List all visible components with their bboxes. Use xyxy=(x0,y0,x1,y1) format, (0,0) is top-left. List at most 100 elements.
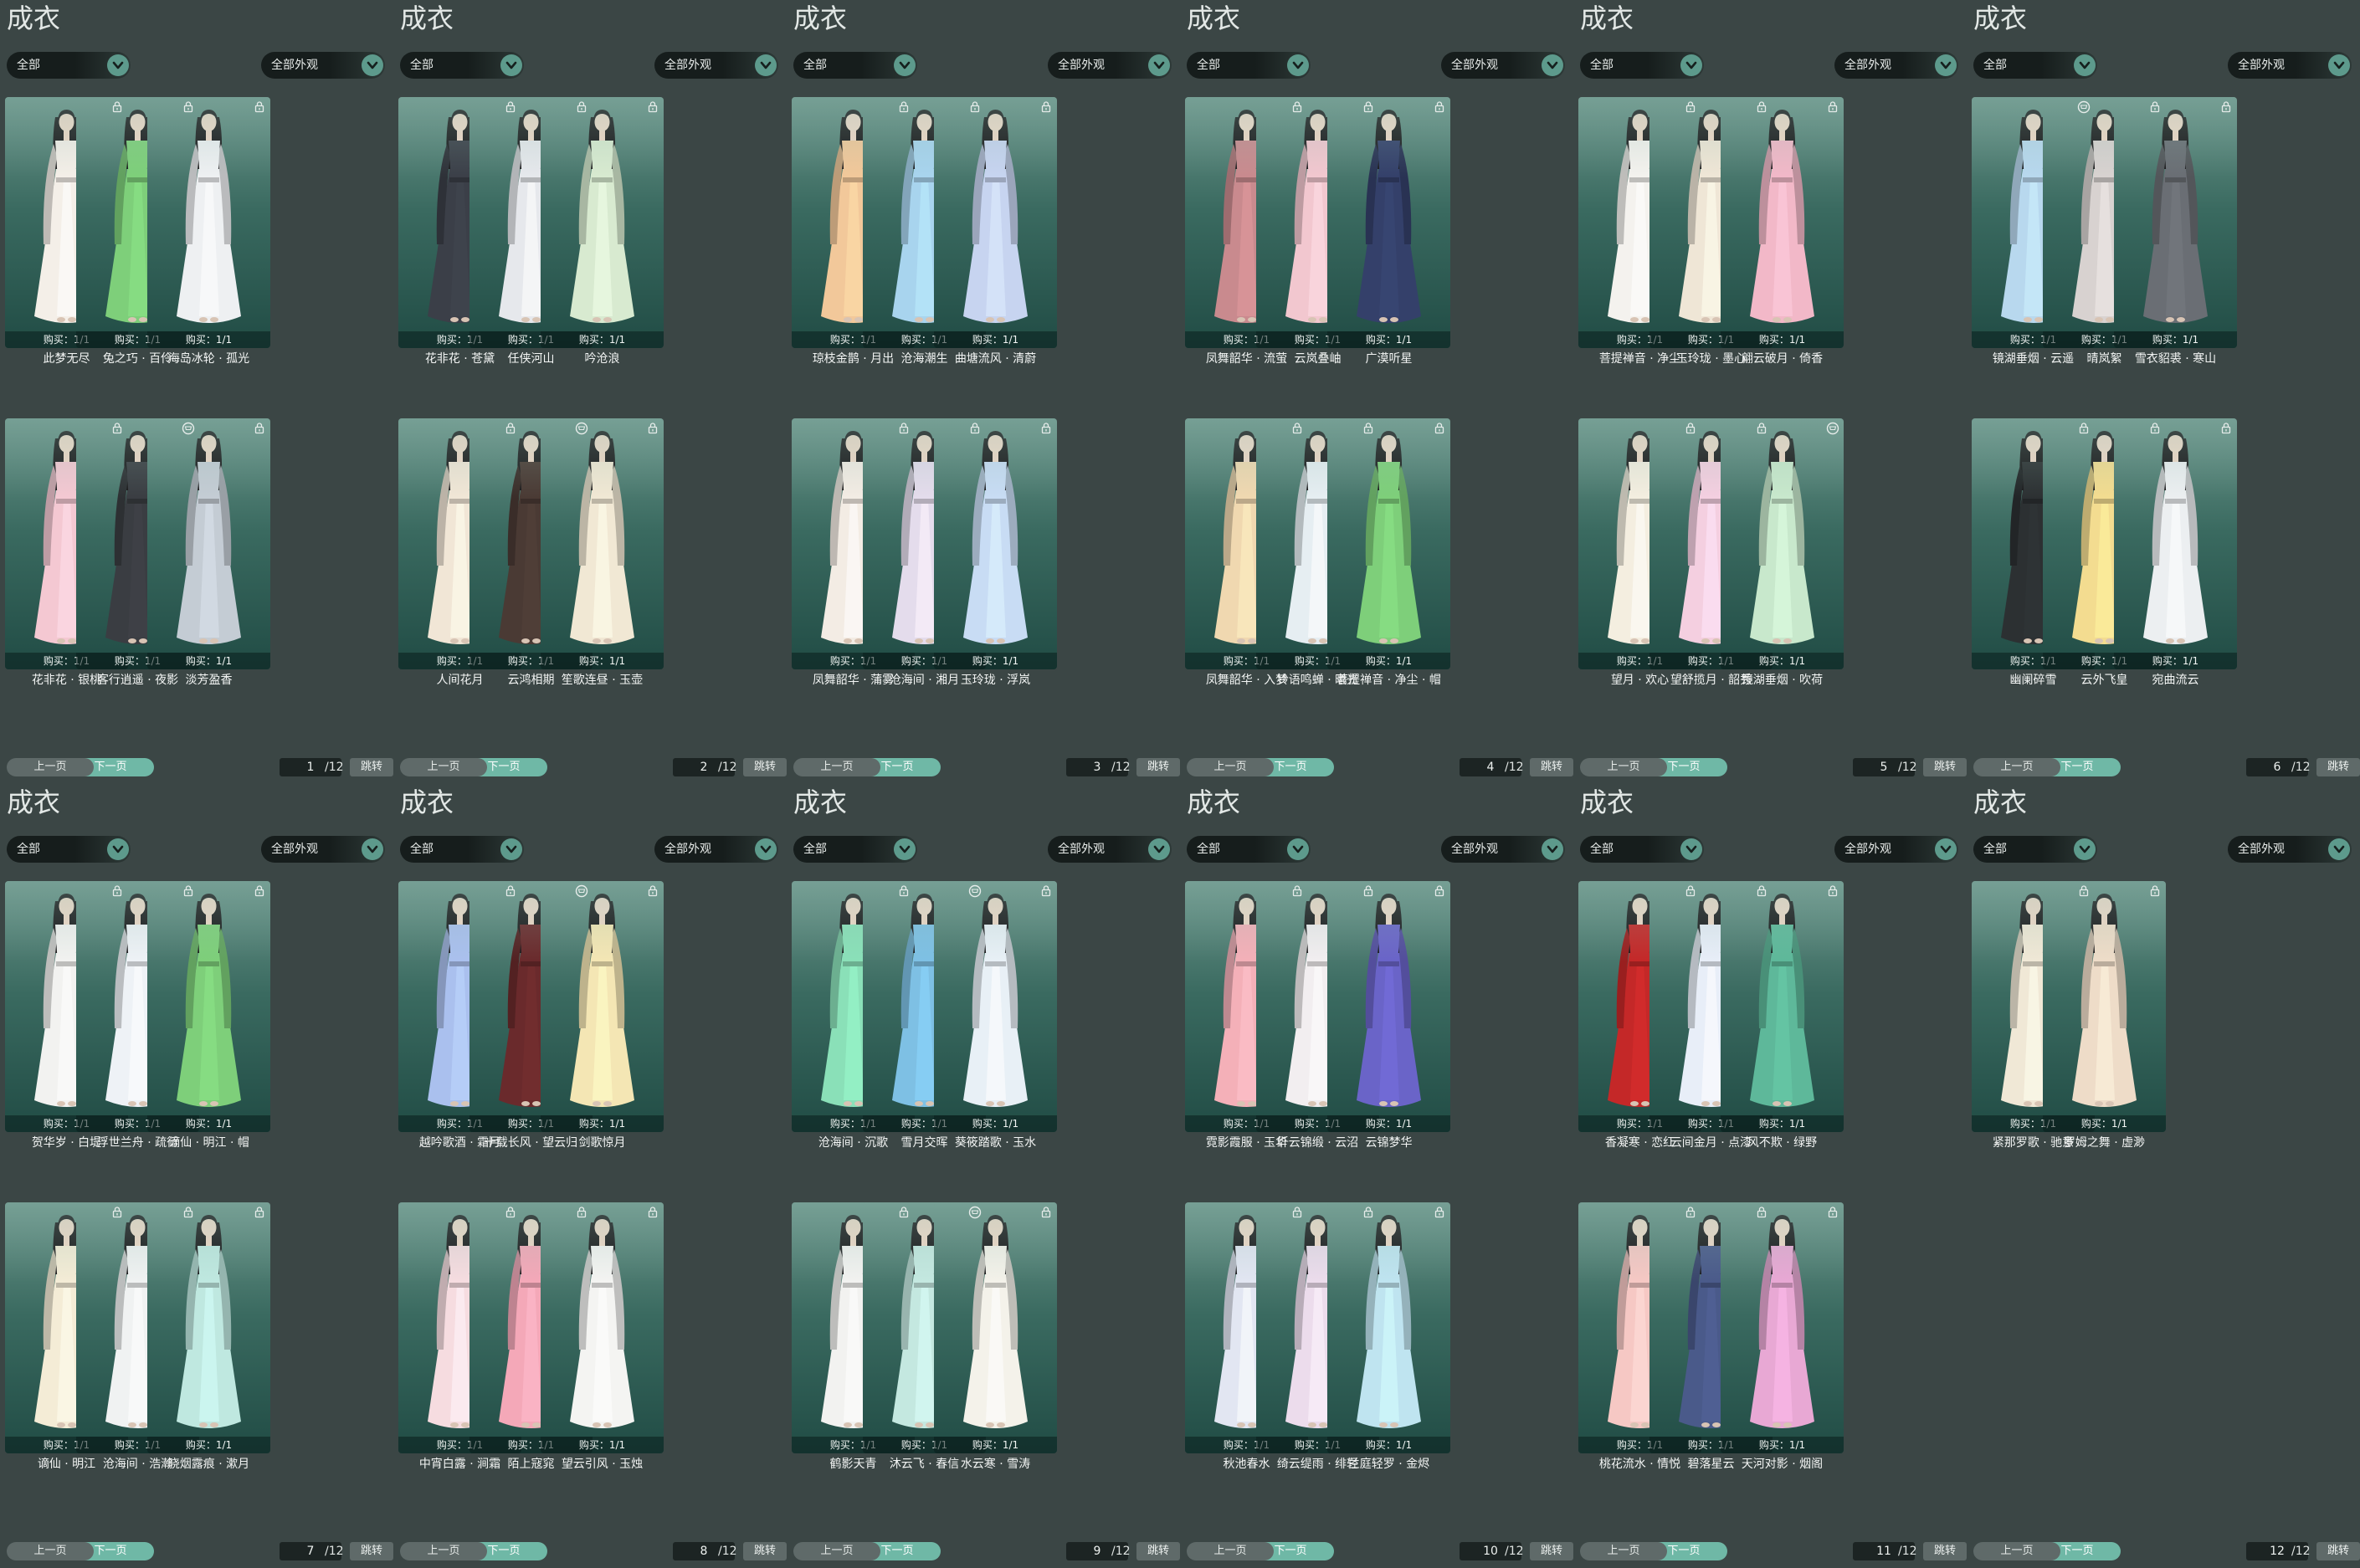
lock-icon[interactable] xyxy=(253,422,266,435)
outfit-card[interactable]: 购买：1/1 xyxy=(1721,97,1844,348)
outfit-card[interactable]: 购买：1/1 xyxy=(1721,1202,1844,1453)
prev-page-button[interactable]: 上一页 xyxy=(400,758,487,776)
appearance-dropdown[interactable]: 全部外观 xyxy=(1441,836,1565,863)
lock-icon[interactable] xyxy=(1755,884,1768,898)
outfit-card[interactable]: 购买：1/1 xyxy=(1327,881,1450,1132)
prev-page-button[interactable]: 上一页 xyxy=(7,1542,94,1560)
chevron-down-icon[interactable] xyxy=(500,838,522,860)
prev-page-button[interactable]: 上一页 xyxy=(1187,758,1274,776)
outfit-card[interactable]: 购买：1/1 xyxy=(541,97,664,348)
cart-icon[interactable] xyxy=(968,884,982,898)
outfit-card[interactable]: 购买：1/1 xyxy=(934,881,1057,1132)
lock-icon[interactable] xyxy=(1290,1206,1304,1219)
lock-icon[interactable] xyxy=(253,1206,266,1219)
jump-button[interactable]: 跳转 xyxy=(1923,1542,1967,1560)
chevron-down-icon[interactable] xyxy=(1935,54,1957,76)
appearance-dropdown[interactable]: 全部外观 xyxy=(1048,836,1172,863)
appearance-dropdown[interactable]: 全部外观 xyxy=(2228,836,2352,863)
appearance-dropdown[interactable]: 全部外观 xyxy=(1834,52,1958,79)
chevron-down-icon[interactable] xyxy=(894,54,916,76)
category-dropdown[interactable]: 全部 xyxy=(1580,836,1704,863)
chevron-down-icon[interactable] xyxy=(1148,838,1170,860)
outfit-card[interactable]: 购买：1/1 xyxy=(147,418,270,669)
lock-icon[interactable] xyxy=(1362,1206,1375,1219)
chevron-down-icon[interactable] xyxy=(755,54,777,76)
chevron-down-icon[interactable] xyxy=(1287,54,1309,76)
category-dropdown[interactable]: 全部 xyxy=(400,836,524,863)
lock-icon[interactable] xyxy=(1362,100,1375,114)
outfit-card[interactable]: 购买：1/1 xyxy=(1327,1202,1450,1453)
chevron-down-icon[interactable] xyxy=(1287,838,1309,860)
appearance-dropdown[interactable]: 全部外观 xyxy=(261,52,385,79)
jump-button[interactable]: 跳转 xyxy=(1530,758,1573,776)
lock-icon[interactable] xyxy=(1362,884,1375,898)
outfit-card[interactable]: 购买：1/1 xyxy=(2114,97,2237,348)
lock-icon[interactable] xyxy=(110,884,124,898)
lock-icon[interactable] xyxy=(253,100,266,114)
lock-icon[interactable] xyxy=(1755,1206,1768,1219)
prev-page-button[interactable]: 上一页 xyxy=(1580,1542,1667,1560)
prev-page-button[interactable]: 上一页 xyxy=(400,1542,487,1560)
cart-icon[interactable] xyxy=(182,422,195,435)
chevron-down-icon[interactable] xyxy=(1542,54,1563,76)
chevron-down-icon[interactable] xyxy=(362,838,383,860)
outfit-card[interactable]: 购买：1/1 xyxy=(541,418,664,669)
jump-button[interactable]: 跳转 xyxy=(350,1542,393,1560)
jump-button[interactable]: 跳转 xyxy=(350,758,393,776)
cart-icon[interactable] xyxy=(575,422,588,435)
appearance-dropdown[interactable]: 全部外观 xyxy=(1441,52,1565,79)
cart-icon[interactable] xyxy=(575,884,588,898)
chevron-down-icon[interactable] xyxy=(1542,838,1563,860)
chevron-down-icon[interactable] xyxy=(1680,54,1702,76)
jump-button[interactable]: 跳转 xyxy=(1136,1542,1180,1560)
chevron-down-icon[interactable] xyxy=(2328,54,2350,76)
category-dropdown[interactable]: 全部 xyxy=(1187,52,1311,79)
outfit-card[interactable]: 购买：1/1 xyxy=(541,1202,664,1453)
lock-icon[interactable] xyxy=(110,1206,124,1219)
lock-icon[interactable] xyxy=(575,1206,588,1219)
appearance-dropdown[interactable]: 全部外观 xyxy=(261,836,385,863)
chevron-down-icon[interactable] xyxy=(2328,838,2350,860)
lock-icon[interactable] xyxy=(1684,422,1697,435)
lock-icon[interactable] xyxy=(897,422,911,435)
lock-icon[interactable] xyxy=(1755,422,1768,435)
prev-page-button[interactable]: 上一页 xyxy=(1973,1542,2060,1560)
lock-icon[interactable] xyxy=(1684,1206,1697,1219)
lock-icon[interactable] xyxy=(1290,884,1304,898)
jump-button[interactable]: 跳转 xyxy=(1923,758,1967,776)
lock-icon[interactable] xyxy=(1039,100,1053,114)
outfit-card[interactable]: 购买：1/1 xyxy=(1327,418,1450,669)
chevron-down-icon[interactable] xyxy=(362,54,383,76)
lock-icon[interactable] xyxy=(1433,1206,1446,1219)
lock-icon[interactable] xyxy=(897,100,911,114)
jump-button[interactable]: 跳转 xyxy=(2316,1542,2360,1560)
prev-page-button[interactable]: 上一页 xyxy=(793,758,880,776)
lock-icon[interactable] xyxy=(1826,884,1839,898)
outfit-card[interactable]: 购买：1/1 xyxy=(1721,418,1844,669)
chevron-down-icon[interactable] xyxy=(1935,838,1957,860)
lock-icon[interactable] xyxy=(2148,422,2162,435)
cart-icon[interactable] xyxy=(1826,422,1839,435)
lock-icon[interactable] xyxy=(968,100,982,114)
category-dropdown[interactable]: 全部 xyxy=(400,52,524,79)
lock-icon[interactable] xyxy=(897,1206,911,1219)
category-dropdown[interactable]: 全部 xyxy=(1973,836,2097,863)
lock-icon[interactable] xyxy=(968,422,982,435)
lock-icon[interactable] xyxy=(2077,884,2091,898)
outfit-card[interactable]: 购买：1/1 xyxy=(147,881,270,1132)
chevron-down-icon[interactable] xyxy=(1148,54,1170,76)
category-dropdown[interactable]: 全部 xyxy=(1973,52,2097,79)
cart-icon[interactable] xyxy=(2077,100,2091,114)
jump-button[interactable]: 跳转 xyxy=(743,758,787,776)
jump-button[interactable]: 跳转 xyxy=(743,1542,787,1560)
outfit-card[interactable]: 购买：1/1 xyxy=(934,418,1057,669)
outfit-card[interactable]: 购买：1/1 xyxy=(934,97,1057,348)
lock-icon[interactable] xyxy=(253,884,266,898)
chevron-down-icon[interactable] xyxy=(107,54,129,76)
lock-icon[interactable] xyxy=(504,884,517,898)
outfit-card[interactable]: 购买：1/1 xyxy=(934,1202,1057,1453)
chevron-down-icon[interactable] xyxy=(755,838,777,860)
lock-icon[interactable] xyxy=(110,422,124,435)
prev-page-button[interactable]: 上一页 xyxy=(793,1542,880,1560)
lock-icon[interactable] xyxy=(504,1206,517,1219)
